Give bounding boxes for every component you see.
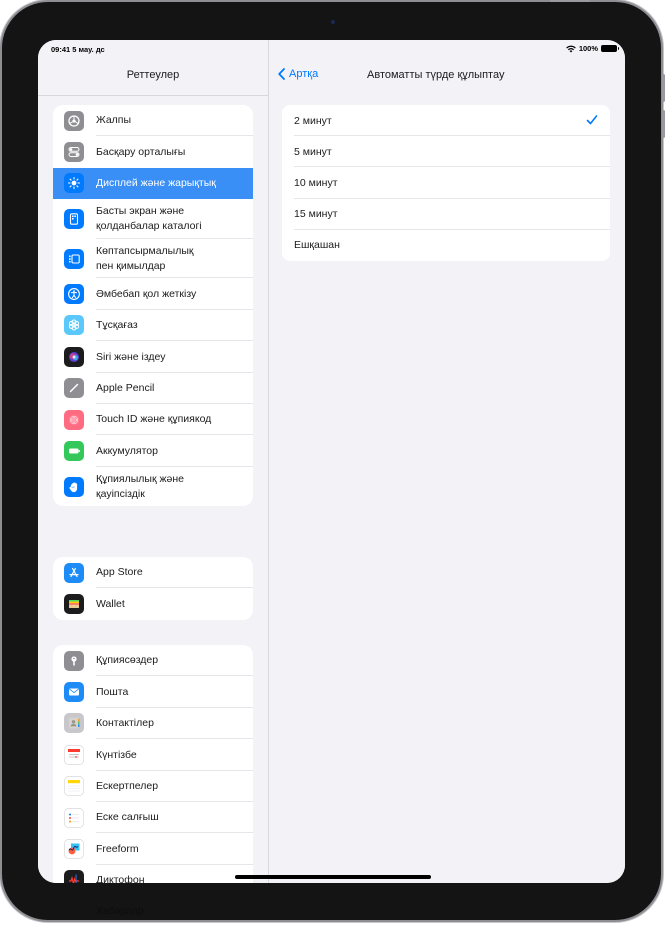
option-label: 10 минут — [294, 176, 338, 189]
voice-memos-icon — [64, 870, 84, 883]
auto-lock-options: 2 минут 5 минут 10 минут 15 минут Ешқашан — [282, 105, 610, 261]
sidebar-item[interactable]: Аккумулятор — [53, 435, 253, 467]
sidebar-item-label: App Store — [96, 566, 143, 579]
sidebar-item-label: Siri және іздеу — [96, 350, 166, 363]
sidebar-item-label: Басты экран және қолданбалар каталогі — [96, 205, 202, 232]
sidebar-item[interactable]: Touch ID және құпиякод — [53, 404, 253, 436]
multitasking-icon — [64, 248, 84, 269]
sidebar-item-label: Wallet — [96, 597, 125, 610]
auto-lock-option[interactable]: 2 минут — [282, 105, 610, 137]
gear-icon — [64, 110, 84, 131]
sidebar-item[interactable]: Көптапсырмалылық пен қимылдар — [53, 239, 253, 279]
sidebar-item[interactable]: Apple Pencil — [53, 373, 253, 404]
sidebar-item[interactable]: Басқару орталығы — [53, 136, 253, 167]
fingerprint-icon — [64, 409, 84, 430]
sidebar-title: Реттеулер — [126, 69, 180, 81]
sidebar-item[interactable]: Wallet — [53, 588, 253, 619]
mail-icon — [64, 682, 84, 703]
sidebar-item[interactable]: Құпиясөздер — [53, 645, 253, 677]
page-title: Автоматты түрде құлыптау — [367, 69, 505, 81]
sidebar-item-label: Контактілер — [96, 717, 154, 730]
option-label: 15 минут — [294, 208, 338, 221]
key-icon — [64, 650, 84, 671]
siri-icon — [64, 346, 84, 367]
settings-group-apps: Құпиясөздер Пошта Контактілер Күнтізбе Ескер… — [53, 645, 253, 883]
wallet-icon — [64, 594, 84, 615]
sidebar-item-label: Диктофон — [96, 874, 145, 883]
sidebar-item[interactable]: Жалпы — [53, 105, 253, 137]
pencil-icon — [64, 378, 84, 399]
checkmark-icon — [586, 113, 598, 131]
sidebar-item[interactable]: Ескертпелер — [53, 771, 253, 802]
toggles-icon — [64, 142, 84, 163]
sidebar-item-label: Тұсқағаз — [96, 319, 138, 332]
front-camera — [331, 20, 335, 24]
sidebar-item-label: Күнтізбе — [96, 748, 137, 761]
wallpaper-flower-icon — [64, 315, 84, 336]
battery-icon — [64, 441, 84, 461]
detail-pane: 100% Артқа Автоматты түрде құлыптау 2 ми… — [269, 40, 625, 883]
screen: 09:41 5 мау. дс Реттеулер Жалпы Басқару о… — [38, 40, 625, 883]
sidebar-item[interactable]: Диктофон — [53, 865, 253, 883]
home-indicator[interactable] — [235, 875, 431, 879]
sidebar-item-overflow: Хабарлар — [96, 905, 144, 917]
settings-group-store: App Store Wallet — [53, 557, 253, 620]
sidebar-item-label: Пошта — [96, 685, 129, 698]
sun-icon — [64, 173, 84, 194]
battery-icon — [601, 45, 619, 52]
auto-lock-option[interactable]: 10 минут — [282, 167, 610, 199]
sidebar-item-label: Көптапсырмалылық пен қимылдар — [96, 245, 194, 272]
wifi-icon — [566, 45, 576, 52]
sidebar-item-label: Apple Pencil — [96, 381, 155, 394]
sidebar-item-label: Құпиясөздер — [96, 654, 159, 667]
chevron-left-icon — [278, 68, 285, 80]
option-label: 2 минут — [294, 114, 332, 127]
sidebar-item-label: Touch ID және құпиякод — [96, 413, 212, 426]
notes-icon — [64, 776, 84, 797]
sidebar-item-label: Басқару орталығы — [96, 145, 186, 158]
sidebar-item[interactable]: Әмбебап қол жеткізу — [53, 278, 253, 310]
option-label: Ешқашан — [294, 239, 340, 252]
sidebar-item-label: Жалпы — [96, 114, 132, 127]
reminders-icon — [64, 807, 84, 828]
sidebar-item[interactable]: Дисплей және жарықтық — [53, 167, 253, 200]
auto-lock-option[interactable]: 15 минут — [282, 199, 610, 230]
sidebar-item[interactable]: Контактілер — [53, 708, 253, 740]
sidebar-item-label: Ескертпелер — [96, 780, 159, 792]
hand-icon — [64, 476, 84, 497]
sidebar-item[interactable]: App Store — [53, 557, 253, 589]
battery-percent: 100% — [578, 44, 598, 53]
sidebar-item[interactable]: Күнтізбе — [53, 739, 253, 771]
sidebar-item[interactable]: Басты экран және қолданбалар каталогі — [53, 199, 253, 239]
sidebar-item-label: Аккумулятор — [96, 444, 158, 457]
sidebar-item-label: Дисплей және жарықтық — [96, 177, 216, 190]
sidebar-item-label: Freeform — [96, 842, 139, 855]
back-button[interactable]: Артқа — [278, 68, 318, 80]
settings-group-system: Жалпы Басқару орталығы Дисплей және жарықт… — [53, 105, 253, 507]
auto-lock-option[interactable]: 5 минут — [282, 136, 610, 168]
sidebar-item[interactable]: Еске салғыш — [53, 802, 253, 834]
sidebar-item-label: Еске салғыш — [96, 811, 159, 824]
freeform-icon — [64, 839, 84, 860]
home-screen-icon — [64, 208, 84, 229]
top-button — [550, 0, 590, 2]
sidebar-item-label: Әмбебап қол жеткізу — [96, 287, 197, 300]
sidebar-item[interactable]: Құпиялылық және қауіпсіздік — [53, 467, 253, 507]
calendar-icon — [64, 744, 84, 765]
app-store-icon — [64, 562, 84, 583]
contacts-icon — [64, 713, 84, 734]
sidebar-item-label: Құпиялылық және қауіпсіздік — [96, 473, 184, 500]
nav-divider — [38, 95, 268, 96]
sidebar-item[interactable]: Пошта — [53, 676, 253, 708]
sidebar-item[interactable]: Siri және іздеу — [53, 341, 253, 373]
sidebar-item[interactable]: Freeform — [53, 833, 253, 865]
auto-lock-option[interactable]: Ешқашан — [282, 230, 610, 261]
back-label: Артқа — [289, 68, 319, 80]
status-indicators: 100% — [566, 44, 619, 53]
accessibility-icon — [64, 284, 84, 305]
sidebar-item[interactable]: Тұсқағаз — [53, 310, 253, 342]
status-time-date: 09:41 5 мау. дс — [51, 45, 105, 54]
settings-sidebar: 09:41 5 мау. дс Реттеулер Жалпы Басқару о… — [38, 40, 269, 883]
option-label: 5 минут — [294, 145, 332, 158]
